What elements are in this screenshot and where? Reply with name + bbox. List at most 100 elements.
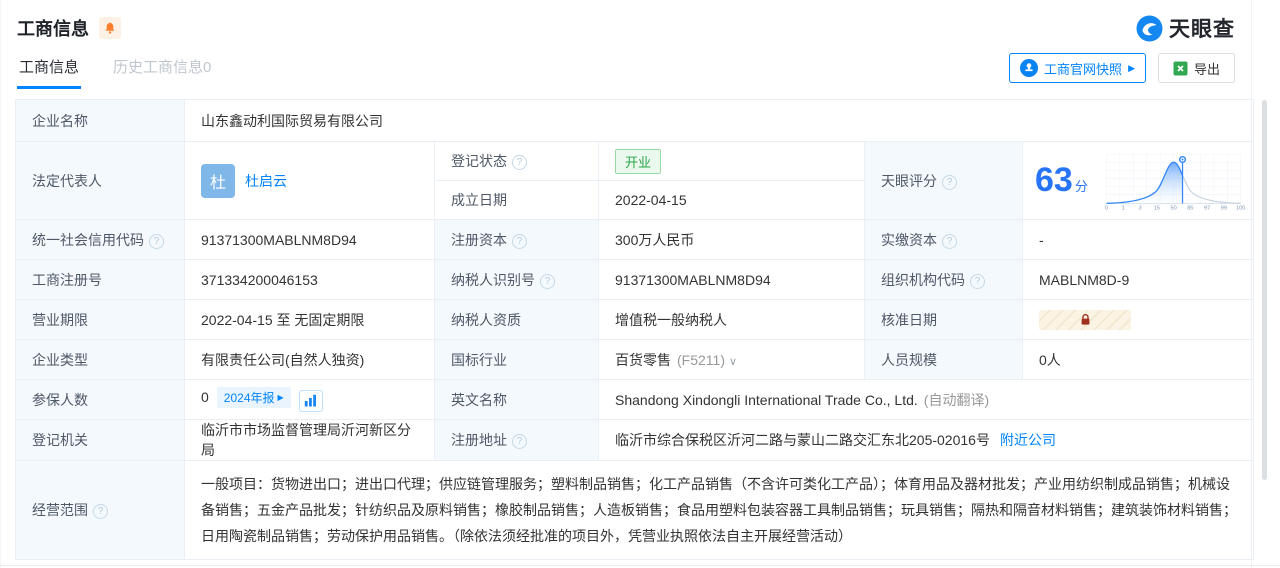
field-label: 参保人数 [32,391,88,408]
label-cell: 营业期限 [15,299,185,340]
help-icon[interactable]: ? [942,233,957,249]
tianyancha-logo-icon [1136,15,1163,41]
nearby-companies-link[interactable]: 附近公司 [1000,432,1056,448]
field-label: 注册资本 [451,231,507,248]
export-button[interactable]: 导出 [1157,53,1235,83]
label-cell: 登记状态? [434,141,599,181]
tab-history-info[interactable]: 历史工商信息0 [111,48,213,89]
field-label: 经营范围 [32,502,88,518]
insured-count: 0 [201,389,209,406]
excel-icon [1173,61,1188,75]
field-label: 纳税人资质 [451,311,521,328]
value-cell: 300万人民币 [598,219,865,260]
field-label: 人员规模 [881,351,937,368]
value-cell: 开业 [598,141,865,181]
value-cell: 2022-04-15 至 无固定期限 [184,299,435,340]
value-cell: 0人 [1022,339,1254,380]
org-code: MABLNM8D-9 [1039,271,1130,288]
table-row: 营业期限 2022-04-15 至 无固定期限 纳税人资质 增值税一般纳税人 核… [15,299,1254,340]
label-cell: 登记机关 [15,419,185,461]
credit-code: 91371300MABLNM8D94 [201,231,357,248]
table-row: 企业类型 有限责任公司(自然人独资) 国标行业 百货零售 (F5211) ∨ 人员规… [15,339,1254,380]
insured-trend-button[interactable] [298,389,323,412]
svg-text:15: 15 [1154,205,1160,211]
svg-text:1: 1 [1122,205,1125,211]
annual-report-badge[interactable]: 2024年报 ▶ [216,387,291,409]
table-row: 统一社会信用代码? 91371300MABLNM8D94 注册资本? 300万人… [15,219,1254,260]
label-cell: 天眼评分? [864,141,1023,220]
label-cell: 经营范围? [15,460,185,560]
help-icon[interactable]: ? [512,155,527,170]
score-value: 63 [1035,161,1073,199]
page-title: 工商信息 [17,19,89,39]
help-icon[interactable]: ? [512,434,527,449]
value-cell: 0 2024年报 ▶ [184,379,435,420]
status-badge: 开业 [615,148,662,174]
export-label: 导出 [1193,61,1220,77]
svg-text:85: 85 [1187,205,1193,211]
field-label: 注册地址 [451,432,507,448]
taxpayer-id: 91371300MABLNM8D94 [615,271,771,288]
field-label: 纳税人识别号 [451,271,535,288]
table-row: 企业名称 山东鑫动利国际贸易有限公司 [15,99,1254,142]
label-cell: 工商注册号 [15,259,185,300]
value-cell: 百货零售 (F5211) ∨ [598,339,865,380]
help-icon[interactable]: ? [970,273,985,289]
help-icon[interactable]: ? [512,233,527,249]
field-label: 天眼评分 [881,172,937,189]
field-label: 登记机关 [32,432,88,448]
logo-text: 天眼查 [1169,18,1235,41]
field-label: 法定代表人 [32,172,102,189]
legal-rep-link[interactable]: 杜启云 [245,171,287,191]
table-row: 登记机关 临沂市市场监督管理局沂河新区分局 注册地址? 临沂市综合保税区沂河二路… [15,419,1254,461]
stamp-icon [1020,59,1039,77]
avatar[interactable]: 杜 [201,163,235,198]
value-cell: 91371300MABLNM8D94 [184,219,435,260]
business-scope: 一般项目：货物进出口；进出口代理；供应链管理服务；塑料制品销售；化工产品销售（不… [201,476,1237,544]
paid-capital: - [1039,231,1044,248]
business-term: 2022-04-15 至 无固定期限 [201,311,365,328]
industry-value: 百货零售 [615,351,671,368]
value-cell: Shandong Xindongli International Trade C… [598,379,1254,420]
chevron-down-icon[interactable]: ∨ [729,356,737,368]
monitor-bell-button[interactable] [99,17,121,39]
label-cell: 纳税人资质 [434,299,599,340]
help-icon[interactable]: ? [149,233,164,249]
locked-approval-date[interactable] [1039,309,1131,330]
help-icon[interactable]: ? [942,174,957,190]
value-cell: 临沂市综合保税区沂河二路与蒙山二路交汇东北205-02016号 附近公司 [598,419,1254,461]
value-cell: 一般项目：货物进出口；进出口代理；供应链管理服务；塑料制品销售；化工产品销售（不… [184,460,1254,560]
value-cell [1022,299,1254,340]
company-name: 山东鑫动利国际贸易有限公司 [201,112,383,129]
label-cell: 国标行业 [434,339,599,380]
help-icon[interactable]: ? [93,504,108,519]
value-cell: 杜 杜启云 [184,141,435,220]
snapshot-label: 工商官网快照 [1044,61,1123,77]
scrollbar[interactable] [1262,100,1267,480]
business-info-table: 企业名称 山东鑫动利国际贸易有限公司 法定代表人 杜 杜启云 登记状态? 开业 … [15,99,1254,560]
table-row: 法定代表人 杜 杜启云 登记状态? 开业 天眼评分? 63 分 0 1 3 15… [15,141,1254,220]
tianyan-score[interactable]: 63 分 0 1 3 15 50 85 97 99 100 [1035,147,1245,215]
english-name: Shandong Xindongli International Trade C… [615,391,918,408]
staff-size: 0人 [1039,351,1061,368]
field-label: 国标行业 [451,351,507,368]
label-cell: 法定代表人 [15,141,185,220]
field-label: 企业类型 [32,351,88,368]
label-cell: 纳税人识别号? [434,259,599,300]
reg-address: 临沂市综合保税区沂河二路与蒙山二路交汇东北205-02016号 [615,432,990,448]
label-cell: 核准日期 [864,299,1023,340]
field-label: 英文名称 [451,391,507,408]
label-cell: 参保人数 [15,379,185,420]
company-type: 有限责任公司(自然人独资) [201,351,365,368]
tab-business-info[interactable]: 工商信息 [17,48,82,89]
score-distribution-chart: 0 1 3 15 50 85 97 99 100 [1105,153,1245,211]
svg-text:50: 50 [1170,205,1176,211]
help-icon[interactable]: ? [540,273,555,289]
official-snapshot-button[interactable]: 工商官网快照 ▶ [1009,53,1146,83]
tab-label: 历史工商信息0 [113,59,212,76]
page-divider [0,565,1280,566]
tab-label: 工商信息 [19,59,80,76]
field-label: 营业期限 [32,311,88,328]
label-cell: 统一社会信用代码? [15,219,185,260]
tianyancha-logo: 天眼查 [1136,13,1235,43]
